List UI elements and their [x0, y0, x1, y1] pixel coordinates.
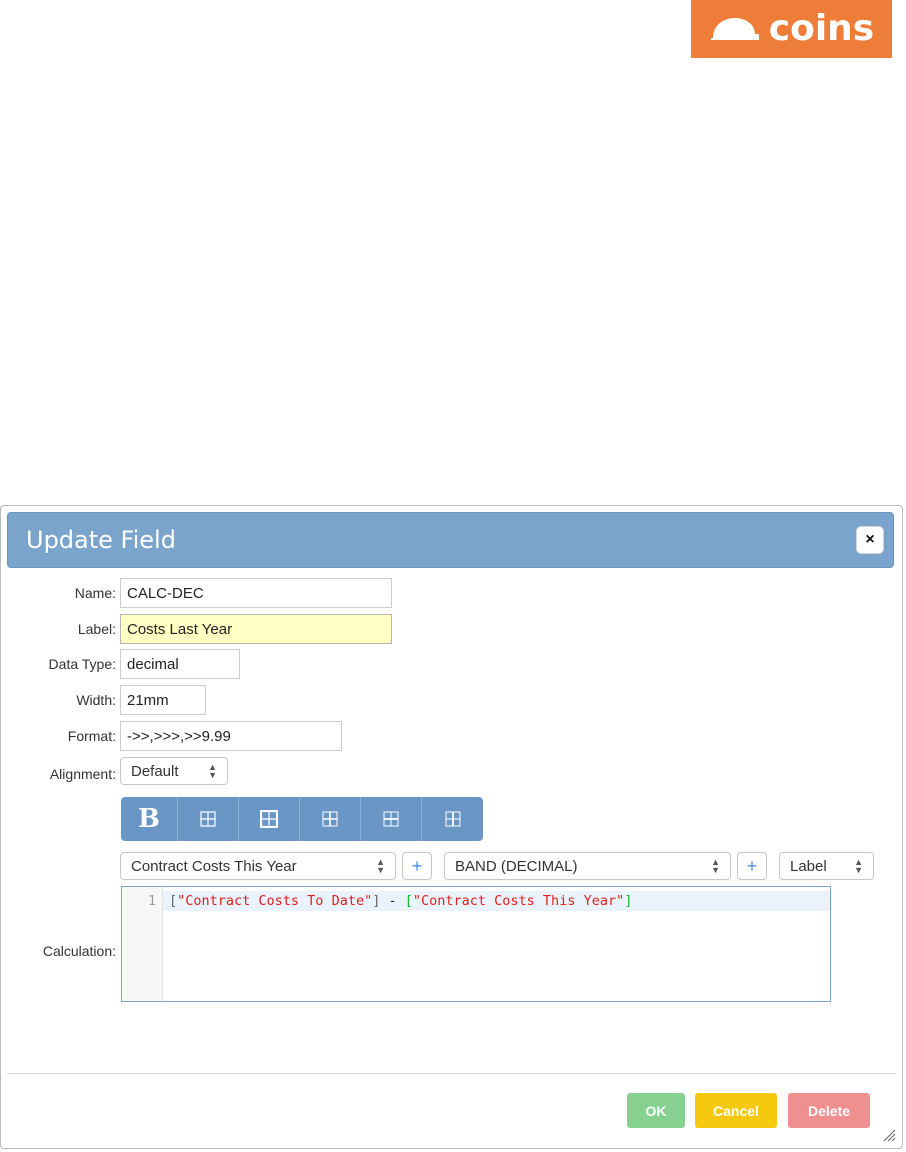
label-label: Label:: [77, 621, 116, 637]
data-type-field[interactable]: decimal: [120, 649, 240, 679]
name-field[interactable]: CALC-DEC: [120, 578, 392, 608]
code-bracket-matched: [: [404, 893, 413, 909]
close-icon: ×: [865, 531, 875, 548]
alignment-select[interactable]: Default ▲ ▼: [120, 757, 228, 785]
width-field[interactable]: 21mm: [120, 685, 206, 715]
calculation-editor[interactable]: 1 ["Contract Costs To Date"] - ["Contrac…: [121, 886, 831, 1002]
type-select-value: Label: [790, 857, 827, 875]
alignment-label: Alignment:: [49, 766, 116, 782]
code-bracket-matched: ]: [624, 893, 633, 909]
add-field-button[interactable]: +: [402, 852, 432, 880]
close-button[interactable]: ×: [856, 526, 884, 554]
border-vertical-icon: [445, 811, 460, 827]
resize-grip-icon[interactable]: [882, 1128, 896, 1142]
border-horizontal-button[interactable]: [361, 797, 422, 841]
format-field[interactable]: ->>,>>>,>>9.99: [120, 721, 342, 751]
hard-hat-icon: [710, 18, 759, 40]
format-label: Format:: [67, 728, 116, 744]
update-field-dialog: Update Field × Name: CALC-DEC Label: Cos…: [0, 505, 903, 1149]
alignment-select-value: Default: [131, 762, 179, 780]
dialog-title: Update Field: [26, 526, 176, 554]
code-bracket: [: [169, 893, 178, 909]
cancel-button[interactable]: Cancel: [695, 1093, 777, 1128]
border-vertical-button[interactable]: [422, 797, 483, 841]
editor-gutter: 1: [122, 887, 163, 1001]
code-string: "Contract Costs This Year": [412, 893, 625, 909]
border-outer-icon: [260, 810, 278, 828]
band-select[interactable]: BAND (DECIMAL) ▲ ▼: [444, 852, 731, 880]
select-arrows-icon: ▲ ▼: [854, 857, 863, 875]
field-select-value: Contract Costs This Year: [131, 857, 297, 875]
width-label: Width:: [76, 692, 116, 708]
select-arrows-icon: ▲ ▼: [711, 857, 720, 875]
calculation-label: Calculation:: [42, 943, 116, 959]
border-horizontal-icon: [383, 811, 399, 827]
plus-icon: +: [746, 855, 758, 876]
coins-logo: coins: [691, 0, 892, 58]
code-string: "Contract Costs To Date": [177, 893, 373, 909]
type-select[interactable]: Label ▲ ▼: [779, 852, 874, 880]
delete-button[interactable]: Delete: [788, 1093, 870, 1128]
select-arrows-icon: ▲ ▼: [208, 762, 217, 780]
line-number: 1: [148, 894, 156, 909]
footer-divider: [7, 1073, 896, 1074]
border-inner-button[interactable]: [300, 797, 361, 841]
border-all-button[interactable]: [178, 797, 239, 841]
name-label: Name:: [74, 585, 116, 601]
bold-button[interactable]: B: [121, 797, 178, 841]
border-outer-button[interactable]: [239, 797, 300, 841]
label-field[interactable]: Costs Last Year: [120, 614, 392, 644]
plus-icon: +: [411, 855, 423, 876]
border-inner-icon: [322, 811, 338, 827]
data-type-label: Data Type:: [48, 656, 116, 672]
ok-button[interactable]: OK: [627, 1093, 685, 1128]
field-select[interactable]: Contract Costs This Year ▲ ▼: [120, 852, 396, 880]
add-band-button[interactable]: +: [737, 852, 767, 880]
border-all-icon: [200, 811, 216, 827]
dialog-header: Update Field ×: [7, 512, 894, 568]
format-toolbar: B: [121, 797, 483, 841]
logo-text: coins: [768, 8, 875, 49]
code-line[interactable]: ["Contract Costs To Date"] - ["Contract …: [163, 891, 830, 911]
band-select-value: BAND (DECIMAL): [455, 857, 578, 875]
select-arrows-icon: ▲ ▼: [376, 857, 385, 875]
code-operator: -: [380, 893, 405, 909]
